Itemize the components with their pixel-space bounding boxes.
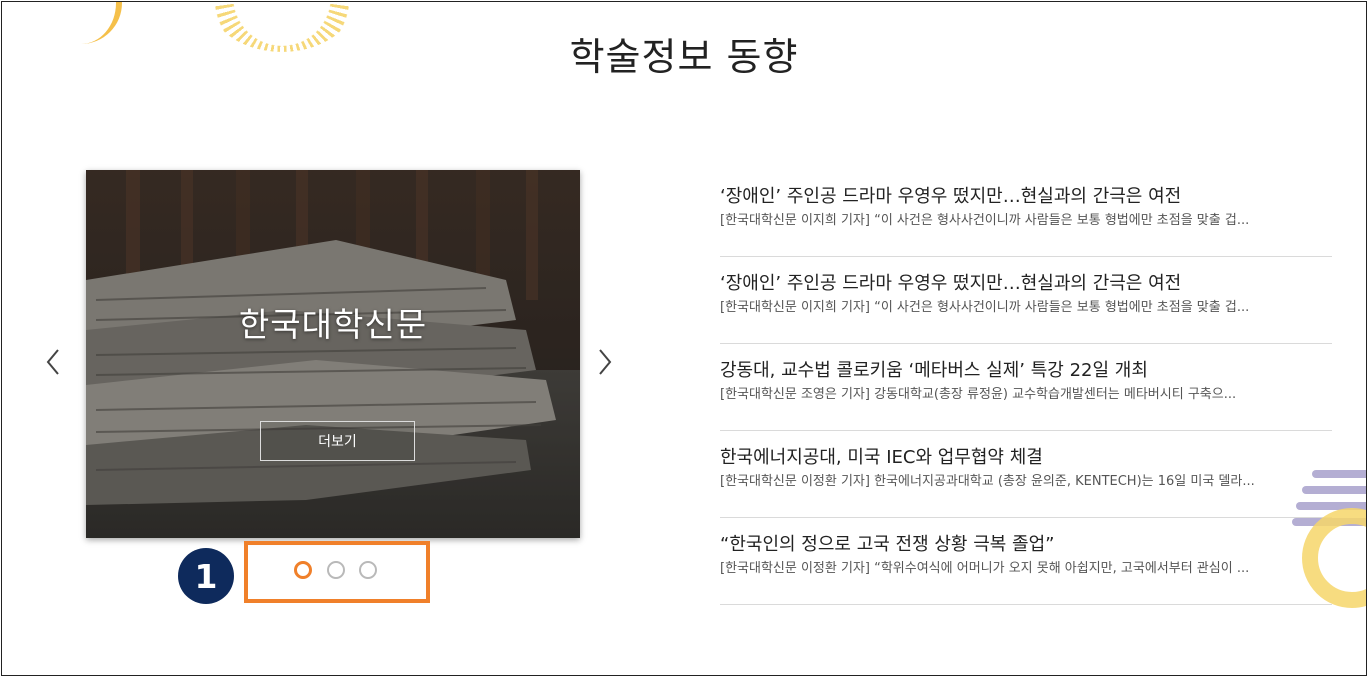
news-description: [한국대학신문 조영은 기자] 강동대학교(총장 류정윤) 교수학습개발센터는 … (720, 387, 1237, 402)
news-description: [한국대학신문 이정환 기자] “학위수여식에 어머니가 오지 못해 아쉽지만,… (720, 561, 1250, 576)
newspaper-photo (86, 170, 580, 538)
news-item[interactable]: “한국인의 정으로 고국 전쟁 상황 극복 졸업” [한국대학신문 이정환 기자… (720, 518, 1332, 605)
news-item[interactable]: 강동대, 교수법 콜로키움 ‘메타버스 실제’ 특강 22일 개최 [한국대학신… (720, 344, 1332, 431)
slider-prev-button[interactable] (40, 342, 66, 382)
slider-image[interactable]: 한국대학신문 더보기 (86, 170, 580, 538)
decorative-stripes (1292, 470, 1366, 608)
news-description: [한국대학신문 이지희 기자] “이 사건은 형사사건이니까 사람들은 보통 형… (720, 300, 1250, 315)
news-description: [한국대학신문 이정환 기자] 한국에너지공과대학교 (총장 윤의준, KENT… (720, 474, 1255, 489)
news-title[interactable]: 강동대, 교수법 콜로키움 ‘메타버스 실제’ 특강 22일 개최 (720, 359, 1332, 383)
pagination-dot-1[interactable] (294, 561, 312, 579)
step-badge: 1 (178, 548, 234, 604)
news-item[interactable]: 한국에너지공대, 미국 IEC와 업무협약 체결 [한국대학신문 이정환 기자]… (720, 431, 1332, 518)
slider-next-button[interactable] (592, 342, 618, 382)
news-item[interactable]: ‘장애인’ 주인공 드라마 우영우 떴지만…현실과의 간극은 여전 [한국대학신… (720, 170, 1332, 257)
slide-title: 한국대학신문 (238, 305, 428, 344)
news-title[interactable]: 한국에너지공대, 미국 IEC와 업무협약 체결 (720, 446, 1332, 470)
news-item[interactable]: ‘장애인’ 주인공 드라마 우영우 떴지만…현실과의 간극은 여전 [한국대학신… (720, 257, 1332, 344)
news-title[interactable]: “한국인의 정으로 고국 전쟁 상황 극복 졸업” (720, 533, 1332, 557)
news-title[interactable]: ‘장애인’ 주인공 드라마 우영우 떴지만…현실과의 간극은 여전 (720, 185, 1332, 209)
chevron-right-icon (599, 349, 612, 375)
more-button[interactable]: 더보기 (260, 421, 415, 461)
chevron-left-icon (46, 349, 59, 375)
pagination-dot-2[interactable] (327, 561, 345, 579)
news-title[interactable]: ‘장애인’ 주인공 드라마 우영우 떴지만…현실과의 간극은 여전 (720, 272, 1332, 296)
page-frame: 학술정보 동향 한국대학신문 더보기 1 ‘장애인’ 주인공 드라마 우영우 떴… (1, 1, 1367, 676)
page-title: 학술정보 동향 (569, 35, 799, 79)
news-list: ‘장애인’ 주인공 드라마 우영우 떴지만…현실과의 간극은 여전 [한국대학신… (720, 170, 1332, 605)
pagination-dot-3[interactable] (359, 561, 377, 579)
news-description: [한국대학신문 이지희 기자] “이 사건은 형사사건이니까 사람들은 보통 형… (720, 213, 1250, 228)
